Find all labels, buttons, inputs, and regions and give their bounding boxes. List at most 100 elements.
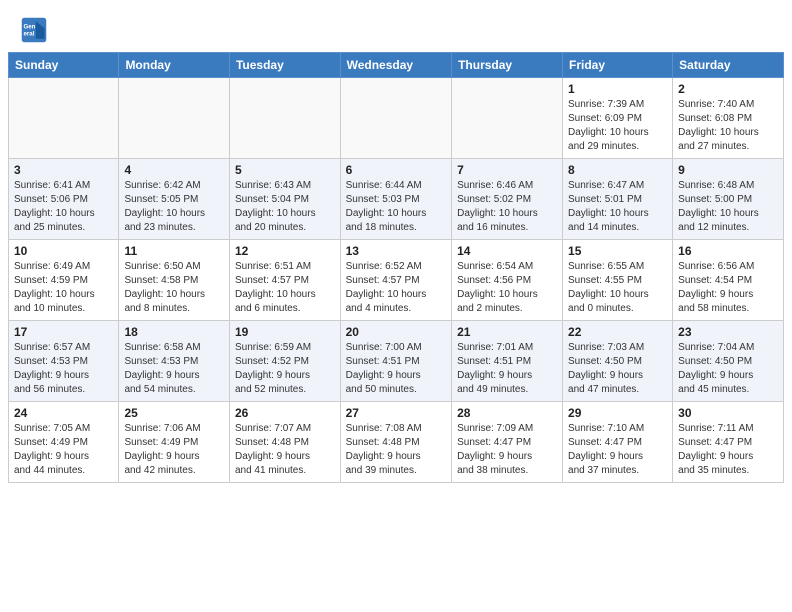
week-row-2: 3 Sunrise: 6:41 AM Sunset: 5:06 PM Daylig… xyxy=(9,159,784,240)
day-info: Sunrise: 6:42 AM Sunset: 5:05 PM Dayligh… xyxy=(124,179,224,235)
calendar-cell: 29Sunrise: 7:10 AM Sunset: 4:47 PM Dayli… xyxy=(563,402,673,483)
calendar-cell: 21 Sunrise: 7:01 AM Sunset: 4:51 PM Dayli… xyxy=(452,321,563,402)
calendar-cell: 10 Sunrise: 6:49 AM Sunset: 4:59 PM Dayli… xyxy=(9,240,119,321)
day-number: 12 xyxy=(235,244,335,258)
day-info: Sunrise: 6:43 AM Sunset: 5:04 PM Dayligh… xyxy=(235,179,335,235)
svg-text:Gen: Gen xyxy=(24,23,36,30)
day-info: Sunrise: 6:47 AM Sunset: 5:01 PM Dayligh… xyxy=(568,179,667,235)
day-number: 5 xyxy=(235,163,335,177)
calendar-cell xyxy=(452,78,563,159)
day-info: Sunrise: 6:50 AM Sunset: 4:58 PM Dayligh… xyxy=(124,260,224,316)
calendar-header: SundayMondayTuesdayWednesdayThursdayFrid… xyxy=(9,53,784,78)
calendar-cell: 19Sunrise: 6:59 AM Sunset: 4:52 PM Dayli… xyxy=(229,321,340,402)
day-info: Sunrise: 6:46 AM Sunset: 5:02 PM Dayligh… xyxy=(457,179,557,235)
calendar-cell: 9 Sunrise: 6:48 AM Sunset: 5:00 PM Daylig… xyxy=(673,159,784,240)
logo-icon: Gen eral xyxy=(20,16,48,44)
day-number: 28 xyxy=(457,406,557,420)
day-number: 2 xyxy=(678,82,778,96)
day-info: Sunrise: 7:03 AM Sunset: 4:50 PM Dayligh… xyxy=(568,341,667,397)
calendar-container: SundayMondayTuesdayWednesdayThursdayFrid… xyxy=(0,52,792,491)
day-header-friday: Friday xyxy=(563,53,673,78)
day-number: 17 xyxy=(14,325,113,339)
day-number: 9 xyxy=(678,163,778,177)
day-info: Sunrise: 7:07 AM Sunset: 4:48 PM Dayligh… xyxy=(235,422,335,478)
day-header-thursday: Thursday xyxy=(452,53,563,78)
week-row-4: 17 Sunrise: 6:57 AM Sunset: 4:53 PM Dayli… xyxy=(9,321,784,402)
day-info: Sunrise: 6:48 AM Sunset: 5:00 PM Dayligh… xyxy=(678,179,778,235)
calendar-cell: 23Sunrise: 7:04 AM Sunset: 4:50 PM Dayli… xyxy=(673,321,784,402)
day-number: 4 xyxy=(124,163,224,177)
day-info: Sunrise: 7:10 AM Sunset: 4:47 PM Dayligh… xyxy=(568,422,667,478)
day-number: 25 xyxy=(124,406,224,420)
calendar-cell: 3 Sunrise: 6:41 AM Sunset: 5:06 PM Daylig… xyxy=(9,159,119,240)
calendar-cell: 24 Sunrise: 7:05 AM Sunset: 4:49 PM Dayli… xyxy=(9,402,119,483)
calendar-cell: 11 Sunrise: 6:50 AM Sunset: 4:58 PM Dayli… xyxy=(119,240,230,321)
day-info: Sunrise: 7:09 AM Sunset: 4:47 PM Dayligh… xyxy=(457,422,557,478)
day-info: Sunrise: 6:56 AM Sunset: 4:54 PM Dayligh… xyxy=(678,260,778,316)
calendar-cell: 17 Sunrise: 6:57 AM Sunset: 4:53 PM Dayli… xyxy=(9,321,119,402)
day-number: 6 xyxy=(346,163,446,177)
week-row-3: 10 Sunrise: 6:49 AM Sunset: 4:59 PM Dayli… xyxy=(9,240,784,321)
day-number: 8 xyxy=(568,163,667,177)
day-info: Sunrise: 7:39 AM Sunset: 6:09 PM Dayligh… xyxy=(568,98,667,154)
day-number: 13 xyxy=(346,244,446,258)
page-header: Gen eral xyxy=(0,0,792,52)
calendar-cell: 1 Sunrise: 7:39 AM Sunset: 6:09 PM Daylig… xyxy=(563,78,673,159)
day-info: Sunrise: 7:05 AM Sunset: 4:49 PM Dayligh… xyxy=(14,422,113,478)
calendar-cell: 15 Sunrise: 6:55 AM Sunset: 4:55 PM Dayli… xyxy=(563,240,673,321)
day-info: Sunrise: 6:54 AM Sunset: 4:56 PM Dayligh… xyxy=(457,260,557,316)
day-number: 16 xyxy=(678,244,778,258)
calendar-cell: 4 Sunrise: 6:42 AM Sunset: 5:05 PM Daylig… xyxy=(119,159,230,240)
day-number: 10 xyxy=(14,244,113,258)
calendar-body: 1 Sunrise: 7:39 AM Sunset: 6:09 PM Daylig… xyxy=(9,78,784,483)
day-number: 22 xyxy=(568,325,667,339)
day-number: 1 xyxy=(568,82,667,96)
day-info: Sunrise: 6:59 AM Sunset: 4:52 PM Dayligh… xyxy=(235,341,335,397)
calendar-cell xyxy=(229,78,340,159)
day-info: Sunrise: 7:11 AM Sunset: 4:47 PM Dayligh… xyxy=(678,422,778,478)
day-info: Sunrise: 7:01 AM Sunset: 4:51 PM Dayligh… xyxy=(457,341,557,397)
week-row-1: 1 Sunrise: 7:39 AM Sunset: 6:09 PM Daylig… xyxy=(9,78,784,159)
day-number: 30 xyxy=(678,406,778,420)
calendar-table: SundayMondayTuesdayWednesdayThursdayFrid… xyxy=(8,52,784,483)
day-info: Sunrise: 7:08 AM Sunset: 4:48 PM Dayligh… xyxy=(346,422,446,478)
calendar-cell: 22 Sunrise: 7:03 AM Sunset: 4:50 PM Dayli… xyxy=(563,321,673,402)
day-info: Sunrise: 7:04 AM Sunset: 4:50 PM Dayligh… xyxy=(678,341,778,397)
logo: Gen eral xyxy=(20,16,52,44)
calendar-cell: 2 Sunrise: 7:40 AM Sunset: 6:08 PM Daylig… xyxy=(673,78,784,159)
calendar-cell: 16 Sunrise: 6:56 AM Sunset: 4:54 PM Dayli… xyxy=(673,240,784,321)
calendar-cell xyxy=(119,78,230,159)
day-info: Sunrise: 6:41 AM Sunset: 5:06 PM Dayligh… xyxy=(14,179,113,235)
day-info: Sunrise: 6:57 AM Sunset: 4:53 PM Dayligh… xyxy=(14,341,113,397)
calendar-cell xyxy=(9,78,119,159)
calendar-cell: 12 Sunrise: 6:51 AM Sunset: 4:57 PM Dayli… xyxy=(229,240,340,321)
day-number: 20 xyxy=(346,325,446,339)
day-header-saturday: Saturday xyxy=(673,53,784,78)
day-header-monday: Monday xyxy=(119,53,230,78)
day-number: 15 xyxy=(568,244,667,258)
day-info: Sunrise: 6:52 AM Sunset: 4:57 PM Dayligh… xyxy=(346,260,446,316)
day-info: Sunrise: 7:06 AM Sunset: 4:49 PM Dayligh… xyxy=(124,422,224,478)
day-header-wednesday: Wednesday xyxy=(340,53,451,78)
calendar-cell: 25 Sunrise: 7:06 AM Sunset: 4:49 PM Dayli… xyxy=(119,402,230,483)
day-number: 3 xyxy=(14,163,113,177)
day-number: 14 xyxy=(457,244,557,258)
day-number: 11 xyxy=(124,244,224,258)
day-info: Sunrise: 7:40 AM Sunset: 6:08 PM Dayligh… xyxy=(678,98,778,154)
day-number: 7 xyxy=(457,163,557,177)
day-header-tuesday: Tuesday xyxy=(229,53,340,78)
header-row: SundayMondayTuesdayWednesdayThursdayFrid… xyxy=(9,53,784,78)
week-row-5: 24 Sunrise: 7:05 AM Sunset: 4:49 PM Dayli… xyxy=(9,402,784,483)
calendar-cell: 14 Sunrise: 6:54 AM Sunset: 4:56 PM Dayli… xyxy=(452,240,563,321)
calendar-cell: 30 Sunrise: 7:11 AM Sunset: 4:47 PM Dayli… xyxy=(673,402,784,483)
calendar-cell: 26Sunrise: 7:07 AM Sunset: 4:48 PM Dayli… xyxy=(229,402,340,483)
day-number: 21 xyxy=(457,325,557,339)
day-info: Sunrise: 6:55 AM Sunset: 4:55 PM Dayligh… xyxy=(568,260,667,316)
calendar-cell xyxy=(340,78,451,159)
calendar-cell: 13 Sunrise: 6:52 AM Sunset: 4:57 PM Dayli… xyxy=(340,240,451,321)
calendar-cell: 6Sunrise: 6:44 AM Sunset: 5:03 PM Daylig… xyxy=(340,159,451,240)
day-header-sunday: Sunday xyxy=(9,53,119,78)
day-info: Sunrise: 6:49 AM Sunset: 4:59 PM Dayligh… xyxy=(14,260,113,316)
day-number: 24 xyxy=(14,406,113,420)
day-info: Sunrise: 6:51 AM Sunset: 4:57 PM Dayligh… xyxy=(235,260,335,316)
